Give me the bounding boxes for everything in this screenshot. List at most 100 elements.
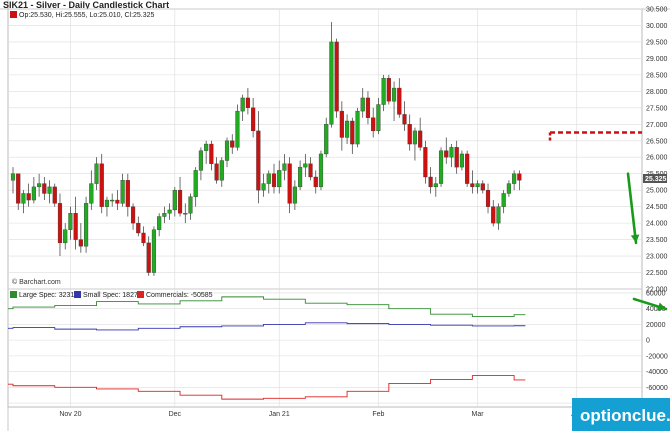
- candle-body: [151, 229, 157, 273]
- candle-body: [334, 41, 339, 112]
- candle-body: [365, 97, 371, 118]
- candle-body: [418, 130, 423, 148]
- price-tick-label: 26.000: [646, 155, 668, 162]
- date-tick-label: Feb: [372, 411, 384, 418]
- price-tick-label: 22.500: [646, 270, 668, 277]
- candle-body: [292, 186, 297, 204]
- last-price-label: 25.325: [645, 176, 667, 183]
- candle-body: [157, 216, 162, 230]
- candle-body: [402, 114, 407, 125]
- candle-body: [52, 186, 57, 204]
- candle-body: [444, 150, 449, 158]
- price-tick-label: 30.500: [646, 7, 668, 14]
- large-spec-label: Large Spec: 32315: [19, 292, 78, 299]
- cot-tick-label: 60000: [646, 290, 666, 297]
- candle-body: [501, 193, 506, 207]
- candle-body: [84, 203, 89, 247]
- candle-body: [449, 147, 454, 158]
- candle-body: [47, 186, 52, 194]
- price-tick-label: 30.000: [646, 23, 668, 30]
- price-tick-label: 23.000: [646, 254, 668, 261]
- copyright: © Barchart.com: [12, 278, 61, 286]
- candle-body: [31, 186, 36, 201]
- candle-body: [423, 147, 428, 178]
- date-tick-label: Mar: [472, 411, 485, 418]
- candle-body: [391, 87, 397, 102]
- candle-body: [491, 206, 496, 224]
- candle-body: [465, 153, 470, 184]
- candle-body: [303, 163, 308, 168]
- candle-body: [141, 232, 146, 244]
- candle-body: [512, 173, 517, 184]
- candle-body: [120, 180, 125, 204]
- cot-tick-label: 20000: [646, 322, 666, 329]
- candle-body: [110, 199, 115, 202]
- price-tick-label: 29.000: [646, 56, 668, 63]
- candlestick-chart: SIK21 - Silver - Daily Candlestick Chart…: [0, 0, 670, 431]
- candle-body: [177, 190, 183, 214]
- candle-body: [345, 120, 350, 138]
- candle-body: [136, 222, 141, 234]
- candle-body: [57, 203, 63, 244]
- candle-body: [350, 120, 355, 145]
- candle-body: [371, 117, 376, 132]
- candle-body: [339, 110, 344, 138]
- candle-body: [172, 190, 177, 211]
- candle-body: [183, 213, 188, 215]
- candle-body: [256, 130, 261, 191]
- candle-body: [21, 193, 26, 204]
- candle-body: [438, 150, 444, 184]
- candle-body: [376, 104, 381, 132]
- candle-body: [454, 147, 459, 168]
- candle-body: [496, 206, 501, 224]
- candle-body: [397, 87, 402, 115]
- candle-body: [209, 143, 214, 164]
- candle-body: [63, 229, 68, 244]
- ohlc-legend-swatch: [10, 11, 17, 18]
- price-tick-label: 23.500: [646, 237, 668, 244]
- price-tick-label: 25.000: [646, 188, 668, 195]
- candle-body: [115, 199, 120, 204]
- candle-body: [428, 176, 433, 188]
- candle-body: [308, 163, 313, 178]
- price-tick-label: 27.000: [646, 122, 668, 129]
- candle-body: [224, 140, 230, 161]
- candle-body: [287, 163, 292, 204]
- price-tick-label: 24.000: [646, 221, 668, 228]
- candle-body: [459, 153, 464, 168]
- candle-body: [240, 97, 245, 112]
- cot-tick-label: -60000: [646, 385, 668, 392]
- candle-body: [475, 183, 480, 188]
- date-tick-label: Dec: [169, 411, 182, 418]
- price-tick-label: 28.500: [646, 72, 668, 79]
- candle-body: [251, 107, 256, 132]
- candle-body: [266, 173, 271, 184]
- commercials-label: Commercials: -50585: [146, 292, 213, 299]
- candle-body: [506, 183, 511, 194]
- candle-body: [470, 183, 475, 188]
- large-spec-swatch: [10, 291, 17, 298]
- watermark: optionclue.com: [580, 406, 670, 425]
- candle-body: [277, 170, 282, 188]
- candle-body: [188, 196, 193, 214]
- candle-body: [26, 193, 31, 201]
- candle-body: [94, 163, 99, 184]
- candle-body: [381, 78, 386, 105]
- candle-body: [355, 110, 360, 145]
- candle-body: [68, 213, 73, 230]
- candle-body: [73, 213, 78, 240]
- candle-body: [42, 183, 47, 194]
- candle-body: [104, 199, 110, 207]
- candle-body: [298, 166, 303, 188]
- candle-body: [235, 110, 240, 148]
- candle-body: [261, 183, 266, 191]
- candle-body: [485, 190, 491, 207]
- candle-body: [125, 180, 130, 207]
- small-spec-label: Small Spec: 18270: [83, 292, 142, 299]
- candle-body: [230, 140, 235, 148]
- candle-body: [16, 173, 21, 204]
- cot-tick-label: 0: [646, 338, 650, 345]
- candle-body: [204, 143, 209, 151]
- small-spec-swatch: [74, 291, 81, 298]
- date-tick-label: Nov 20: [59, 411, 81, 418]
